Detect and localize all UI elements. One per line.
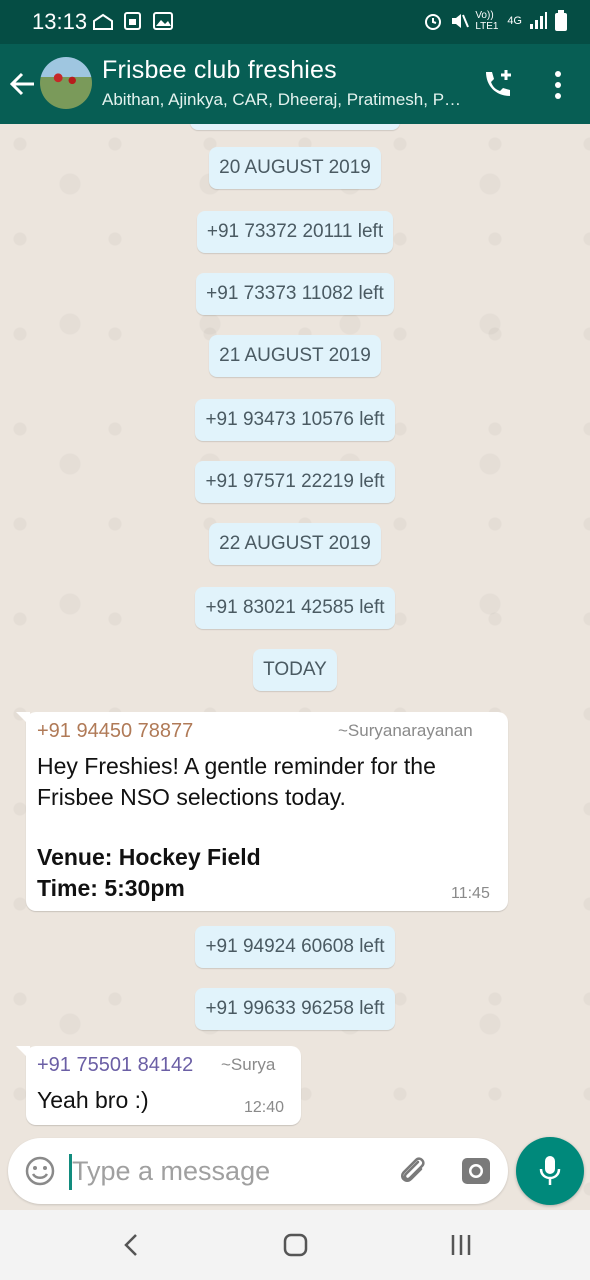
more-options-icon[interactable] xyxy=(548,68,568,102)
camera-icon[interactable] xyxy=(460,1156,492,1186)
status-bar: 13:13 Vo)) LTE1 4G xyxy=(0,0,590,44)
signal-icon xyxy=(530,12,547,29)
date-separator: 20 AUGUST 2019 xyxy=(209,147,381,189)
system-message: +91 73373 11082 left xyxy=(196,273,394,315)
message-text: Hey Freshies! A gentle reminder for the … xyxy=(37,751,502,904)
chat-header: Frisbee club freshies Abithan, Ajinkya, … xyxy=(0,44,590,124)
status-time: 13:13 xyxy=(32,9,88,34)
mute-icon xyxy=(452,14,470,28)
voice-message-button[interactable] xyxy=(516,1137,584,1205)
group-title[interactable]: Frisbee club freshies xyxy=(102,56,337,85)
emoji-icon[interactable] xyxy=(24,1155,56,1187)
message-time: 12:40 xyxy=(244,1099,285,1116)
attach-icon[interactable] xyxy=(396,1154,430,1188)
back-arrow-icon[interactable] xyxy=(8,66,38,102)
system-message: +91 99633 96258 left xyxy=(195,988,395,1030)
battery-icon xyxy=(555,10,567,31)
message-sender[interactable]: +91 75501 84142 xyxy=(37,1054,193,1077)
work-notification-icon xyxy=(93,13,113,30)
message-input[interactable] xyxy=(72,1148,372,1194)
message-sender-alias: ~Surya xyxy=(221,1055,276,1074)
message-sender-alias: ~Suryanarayanan xyxy=(338,721,473,740)
message-bubble[interactable]: +91 94450 78877 ~Suryanarayanan Hey Fres… xyxy=(16,712,508,911)
message-line-bold: Venue: Hockey Field xyxy=(37,844,261,870)
message-line: Hey Freshies! A gentle reminder for the xyxy=(37,753,436,779)
message-text: Yeah bro :) xyxy=(37,1087,149,1113)
system-message: +91 83021 42585 left xyxy=(195,587,395,629)
message-composer xyxy=(8,1138,508,1204)
message-bubble[interactable]: +91 75501 84142 ~Surya Yeah bro :) 12:40 xyxy=(16,1046,301,1125)
message-line: Frisbee NSO selections today. xyxy=(37,784,346,810)
notification-icons xyxy=(92,11,174,31)
network-type: 4G xyxy=(507,15,522,27)
message-time: 11:45 xyxy=(451,885,490,902)
system-message: +91 93473 10576 left xyxy=(195,399,395,441)
network-label: Vo)) LTE1 xyxy=(475,10,499,32)
nav-home-icon[interactable] xyxy=(282,1232,310,1258)
group-avatar[interactable] xyxy=(40,57,92,109)
date-separator: 21 AUGUST 2019 xyxy=(209,335,381,377)
message-line-bold: Time: 5:30pm xyxy=(37,875,185,901)
microphone-icon xyxy=(539,1156,561,1185)
sim-notification-icon xyxy=(124,12,141,30)
system-message: +91 73372 20111 left xyxy=(196,211,394,253)
date-separator: TODAY xyxy=(253,649,337,691)
system-message: +91 97571 22219 left xyxy=(195,461,395,503)
chat-area[interactable]: 20 AUGUST 2019 +91 73372 20111 left +91 … xyxy=(0,124,590,1210)
nav-back-icon[interactable] xyxy=(118,1232,144,1258)
system-icons: Vo)) LTE1 4G xyxy=(423,10,568,32)
system-message: +91 94924 60608 left xyxy=(195,926,395,968)
alarm-icon xyxy=(425,14,442,30)
date-separator: 22 AUGUST 2019 xyxy=(209,523,381,565)
nav-recents-icon[interactable] xyxy=(448,1232,474,1258)
system-message-partial xyxy=(190,124,400,130)
gallery-notification-icon xyxy=(153,12,173,30)
group-members[interactable]: Abithan, Ajinkya, CAR, Dheeraj, Pratimes… xyxy=(102,90,462,110)
message-sender[interactable]: +91 94450 78877 xyxy=(37,720,193,743)
system-nav-bar xyxy=(0,1210,590,1280)
add-call-icon[interactable] xyxy=(480,66,516,102)
